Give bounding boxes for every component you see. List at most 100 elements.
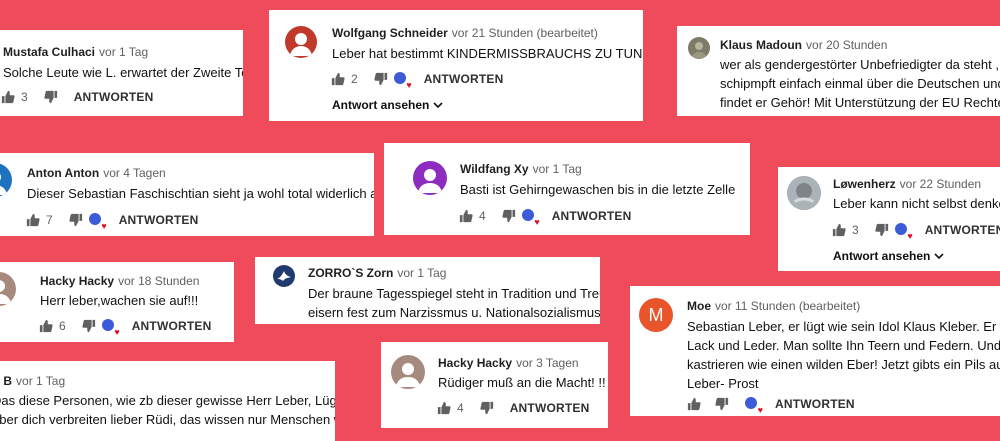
avatar[interactable]	[413, 161, 447, 195]
creator-heart-icon: ♥	[88, 213, 107, 231]
like-count: 4	[479, 209, 486, 223]
comment-author[interactable]: Hacky Hacky	[40, 274, 114, 288]
like-button[interactable]	[26, 213, 40, 227]
avatar[interactable]	[0, 163, 12, 197]
thumbs-up-icon	[687, 397, 701, 411]
comment-time[interactable]: vor 20 Stunden	[806, 38, 887, 52]
avatar[interactable]	[688, 37, 710, 59]
thumbs-down-icon	[480, 401, 494, 415]
comment-text: wer als gendergestörter Unbefriedigter d…	[720, 57, 1000, 110]
thumbs-down-icon	[82, 319, 96, 333]
comment-text: Herr leber,wachen sie auf!!!	[40, 293, 199, 308]
like-button[interactable]	[832, 223, 846, 237]
comment-actions: 2 ♥ ANTWORTEN	[331, 72, 504, 90]
dislike-button[interactable]	[502, 209, 516, 223]
comment-time[interactable]: vor 1 Tag	[397, 266, 446, 280]
creator-heart-icon: ♥	[894, 223, 913, 241]
comment-actions: 7 ♥ ANTWORTEN	[26, 213, 199, 231]
comment-text: Sebastian Leber, er lügt wie sein Idol K…	[687, 319, 1000, 391]
comment-time[interactable]: vor 1 Tag	[533, 162, 582, 176]
like-count: 6	[59, 319, 66, 333]
like-button[interactable]	[459, 209, 473, 223]
chevron-down-icon	[433, 100, 443, 110]
comment-author[interactable]: Mustafa Culhaci	[3, 45, 95, 59]
comment-card: Hacky Hacky vor 18 Stunden Herr leber,wac…	[0, 262, 234, 342]
comment-time[interactable]: vor 18 Stunden	[118, 274, 199, 288]
comment-text: Rüdiger muß an die Macht! !!	[438, 375, 606, 390]
comment-time[interactable]: vor 3 Tagen	[516, 356, 579, 370]
reply-button[interactable]: ANTWORTEN	[925, 223, 1000, 237]
reply-button[interactable]: ANTWORTEN	[424, 72, 504, 86]
comment-author[interactable]: Wildfang Xy	[460, 162, 529, 176]
reply-button[interactable]: ANTWORTEN	[119, 213, 199, 227]
dislike-button[interactable]	[69, 213, 83, 227]
comment-author[interactable]: ZORRO`S Zorn	[308, 266, 393, 280]
thumbs-up-icon	[437, 401, 451, 415]
comment-text: Leber kann nicht selbst denken	[833, 196, 1000, 211]
creator-heart-icon: ♥	[521, 209, 540, 227]
comment-card: Anton Anton vor 4 Tagen Dieser Sebastian …	[0, 153, 374, 236]
dislike-button[interactable]	[875, 223, 889, 237]
thumbs-up-icon	[459, 209, 473, 223]
thumbs-down-icon	[502, 209, 516, 223]
comment-time[interactable]: vor 21 Stunden (bearbeitet)	[452, 26, 598, 40]
view-replies-button[interactable]: Antwort ansehen	[833, 249, 944, 263]
thumbs-up-icon	[39, 319, 53, 333]
dislike-button[interactable]	[480, 401, 494, 415]
avatar[interactable]	[285, 26, 317, 58]
reply-button[interactable]: ANTWORTEN	[552, 209, 632, 223]
comment-card: ZORRO`S Zorn vor 1 Tag Der braune Tagessp…	[255, 257, 600, 324]
comment-time[interactable]: vor 4 Tagen	[103, 166, 166, 180]
thumbs-up-icon	[331, 72, 345, 86]
like-button[interactable]	[687, 397, 701, 411]
comment-card: S B vor 1 Tag Das diese Personen, wie zb …	[0, 361, 335, 441]
comment-time[interactable]: vor 1 Tag	[16, 374, 65, 388]
like-button[interactable]	[437, 401, 451, 415]
comment-text: Der braune Tagesspiegel steht in Traditi…	[308, 286, 600, 320]
comment-time[interactable]: vor 22 Stunden	[900, 177, 981, 191]
comment-author[interactable]: Moe	[687, 299, 711, 313]
like-button[interactable]	[39, 319, 53, 333]
view-replies-button[interactable]: Antwort ansehen	[332, 98, 443, 112]
like-button[interactable]	[1, 90, 15, 104]
dislike-button[interactable]	[374, 72, 388, 86]
comment-author[interactable]: Klaus Madoun	[720, 38, 802, 52]
reply-button[interactable]: ANTWORTEN	[132, 319, 212, 333]
thumbs-down-icon	[374, 72, 388, 86]
comment-card: Hacky Hacky vor 3 Tagen Rüdiger muß an di…	[381, 342, 608, 428]
creator-heart-icon: ♥	[393, 72, 412, 90]
dislike-button[interactable]	[82, 319, 96, 333]
comment-time[interactable]: vor 1 Tag	[99, 45, 148, 59]
comment-text: Das diese Personen, wie zb dieser gewiss…	[0, 393, 335, 427]
comment-author[interactable]: S B	[0, 374, 12, 388]
avatar[interactable]	[391, 355, 425, 389]
chevron-down-icon	[934, 251, 944, 261]
comment-author[interactable]: Løwenherz	[833, 177, 896, 191]
comment-author[interactable]: Hacky Hacky	[438, 356, 512, 370]
reply-button[interactable]: ANTWORTEN	[775, 397, 855, 411]
thumbs-down-icon	[44, 90, 58, 104]
like-count: 2	[351, 72, 358, 86]
creator-heart-icon: ♥	[745, 397, 763, 415]
comment-text: Dieser Sebastian Faschischtian sieht ja …	[27, 186, 374, 201]
comment-actions: 4 ANTWORTEN	[437, 401, 589, 415]
avatar[interactable]	[787, 176, 821, 210]
avatar[interactable]	[0, 272, 16, 306]
comment-time[interactable]: vor 11 Stunden (bearbeitet)	[715, 299, 860, 313]
comment-actions: 3 ♥ ANTWORTEN	[832, 223, 1000, 241]
comment-card: Wildfang Xy vor 1 Tag Basti ist Gehirngew…	[384, 143, 750, 235]
reply-button[interactable]: ANTWORTEN	[74, 90, 154, 104]
like-button[interactable]	[331, 72, 345, 86]
avatar-letter: M	[648, 304, 664, 325]
like-count: 3	[21, 90, 28, 104]
dislike-button[interactable]	[44, 90, 58, 104]
reply-button[interactable]: ANTWORTEN	[510, 401, 590, 415]
thumbs-down-icon	[875, 223, 889, 237]
avatar[interactable]: M	[639, 298, 673, 332]
dislike-button[interactable]	[715, 397, 729, 411]
comment-author[interactable]: Anton Anton	[27, 166, 99, 180]
comment-author[interactable]: Wolfgang Schneider	[332, 26, 448, 40]
comment-text: Solche Leute wie L. erwartet der Zweite …	[3, 65, 243, 80]
comment-actions: ♥ ANTWORTEN	[687, 397, 855, 415]
avatar[interactable]	[273, 265, 295, 287]
